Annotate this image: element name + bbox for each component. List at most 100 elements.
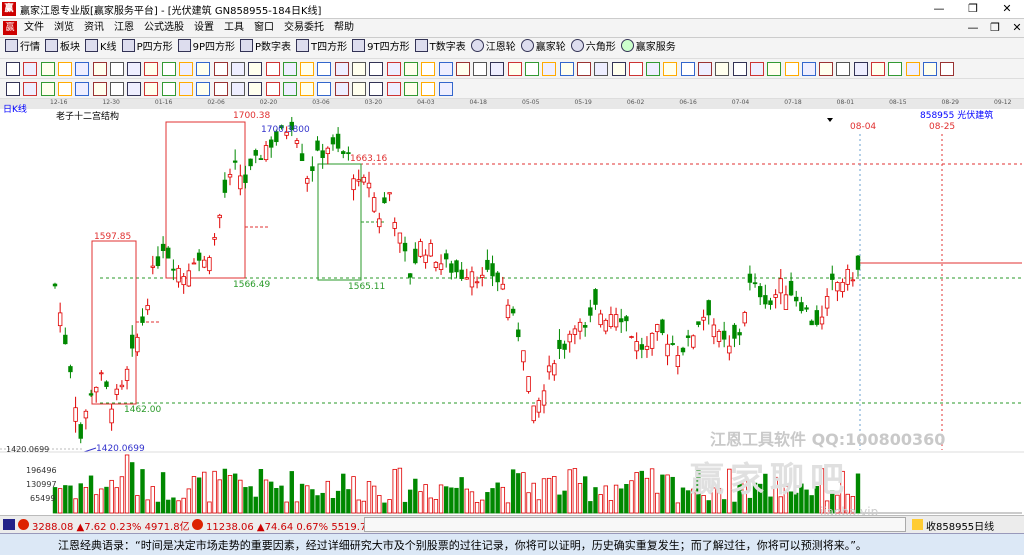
nav-quotes[interactable]: 行情 — [5, 38, 40, 58]
toolbar-tool-icon[interactable] — [421, 82, 436, 96]
toolbar-tool-icon[interactable] — [680, 62, 695, 76]
toolbar-tool-icon[interactable] — [144, 62, 159, 76]
toolbar-tool-icon[interactable] — [230, 82, 245, 96]
toolbar-tool-icon[interactable] — [248, 82, 263, 96]
menu-browse[interactable]: 浏览 — [49, 19, 79, 37]
kline-chart[interactable]: 1700.38 1700.3800 1663.16 1597.85 1566.4… — [0, 110, 1024, 515]
toolbar-tool-icon[interactable] — [23, 62, 38, 76]
toolbar-tool-icon[interactable] — [438, 62, 453, 76]
toolbar-tool-icon[interactable] — [767, 62, 782, 76]
toolbar-tool-icon[interactable] — [196, 82, 211, 96]
toolbar-tool-icon[interactable] — [92, 82, 107, 96]
toolbar-tool-icon[interactable] — [732, 62, 747, 76]
nav-p-square[interactable]: P四方形 — [121, 38, 173, 58]
toolbar-tool-icon[interactable] — [386, 62, 401, 76]
toolbar-tool-icon[interactable] — [473, 62, 488, 76]
toolbar-tool-icon[interactable] — [92, 62, 107, 76]
sh-index-text[interactable]: 3288.08 ▲7.62 0.23% 4971.8亿 — [32, 518, 190, 533]
toolbar-tool-icon[interactable] — [282, 62, 297, 76]
toolbar-tool-icon[interactable] — [819, 62, 834, 76]
toolbar-tool-icon[interactable] — [300, 62, 315, 76]
toolbar-tool-icon[interactable] — [940, 62, 955, 76]
toolbar-tool-icon[interactable] — [352, 82, 366, 96]
toolbar-tool-icon[interactable] — [507, 62, 522, 76]
toolbar-tool-icon[interactable] — [715, 62, 730, 76]
toolbar-tool-icon[interactable] — [611, 62, 626, 76]
toolbar-tool-icon[interactable] — [455, 62, 470, 76]
toolbar-tool-icon[interactable] — [144, 82, 159, 96]
minimize-button[interactable]: — — [922, 0, 956, 18]
nav-hexagon[interactable]: 六角形 — [570, 38, 616, 58]
toolbar-tool-icon[interactable] — [265, 82, 280, 96]
status-scrollbar[interactable] — [364, 517, 906, 532]
nav-t-square[interactable]: T四方形 — [296, 38, 347, 58]
toolbar-tool-icon[interactable] — [403, 62, 418, 76]
toolbar-tool-icon[interactable] — [317, 82, 332, 96]
toolbar-tool-icon[interactable] — [127, 62, 142, 76]
toolbar-tool-icon[interactable] — [40, 62, 55, 76]
toolbar-tool-icon[interactable] — [109, 82, 124, 96]
toolbar-tool-icon[interactable] — [559, 62, 574, 76]
toolbar-tool-icon[interactable] — [6, 62, 20, 76]
toolbar-tool-icon[interactable] — [75, 82, 90, 96]
toolbar-tool-icon[interactable] — [6, 82, 20, 96]
toolbar-tool-icon[interactable] — [421, 62, 436, 76]
toolbar-tool-icon[interactable] — [334, 62, 349, 76]
toolbar-tool-icon[interactable] — [369, 62, 384, 76]
toolbar-tool-icon[interactable] — [161, 62, 176, 76]
toolbar-tool-icon[interactable] — [542, 62, 557, 76]
sz-index-text[interactable]: 11238.06 ▲74.64 0.67% 5519.72亿 — [206, 518, 383, 533]
toolbar-tool-icon[interactable] — [196, 62, 211, 76]
toolbar-tool-icon[interactable] — [922, 62, 937, 76]
nav-sector[interactable]: 板块 — [45, 38, 80, 58]
toolbar-tool-icon[interactable] — [352, 62, 366, 76]
dropdown-arrow-icon[interactable] — [827, 118, 833, 122]
nav-9t-square[interactable]: 9T四方形 — [352, 38, 410, 58]
toolbar-tool-icon[interactable] — [23, 82, 38, 96]
toolbar-tool-icon[interactable] — [628, 62, 643, 76]
nav-t-table[interactable]: T数字表 — [414, 38, 466, 58]
toolbar-tool-icon[interactable] — [179, 62, 193, 76]
menu-news[interactable]: 资讯 — [79, 19, 109, 37]
menu-formula[interactable]: 公式选股 — [139, 19, 189, 37]
menu-window[interactable]: 窗口 — [249, 19, 279, 37]
toolbar-tool-icon[interactable] — [57, 82, 72, 96]
menu-settings[interactable]: 设置 — [189, 19, 219, 37]
toolbar-tool-icon[interactable] — [698, 62, 712, 76]
toolbar-tool-icon[interactable] — [369, 82, 384, 96]
restore-button[interactable]: ❐ — [956, 0, 990, 18]
toolbar-tool-icon[interactable] — [836, 62, 851, 76]
toolbar-tool-icon[interactable] — [179, 82, 193, 96]
toolbar-tool-icon[interactable] — [75, 62, 90, 76]
nav-9p-square[interactable]: 9P四方形 — [177, 38, 235, 58]
toolbar-tool-icon[interactable] — [888, 62, 903, 76]
toolbar-tool-icon[interactable] — [525, 62, 539, 76]
nav-kline[interactable]: K线 — [85, 38, 117, 58]
menu-help[interactable]: 帮助 — [329, 19, 359, 37]
toolbar-tool-icon[interactable] — [317, 62, 332, 76]
toolbar-tool-icon[interactable] — [213, 82, 228, 96]
nav-winner-wheel[interactable]: 赢家轮 — [520, 38, 566, 58]
toolbar-tool-icon[interactable] — [109, 62, 124, 76]
toolbar-tool-icon[interactable] — [300, 82, 315, 96]
grid-icon[interactable] — [3, 519, 15, 530]
toolbar-tool-icon[interactable] — [801, 62, 816, 76]
toolbar-tool-icon[interactable] — [576, 62, 591, 76]
toolbar-tool-icon[interactable] — [282, 82, 297, 96]
toolbar-tool-icon[interactable] — [853, 62, 868, 76]
toolbar-tool-icon[interactable] — [646, 62, 661, 76]
child-close-button[interactable]: ✕ — [1000, 19, 1024, 37]
toolbar-tool-icon[interactable] — [230, 62, 245, 76]
toolbar-tool-icon[interactable] — [438, 82, 453, 96]
toolbar-tool-icon[interactable] — [749, 62, 764, 76]
toolbar-tool-icon[interactable] — [871, 62, 885, 76]
menu-gann[interactable]: 江恩 — [109, 19, 139, 37]
nav-p-table[interactable]: P数字表 — [240, 38, 291, 58]
menu-trade[interactable]: 交易委托 — [279, 19, 329, 37]
toolbar-tool-icon[interactable] — [57, 62, 72, 76]
toolbar-tool-icon[interactable] — [403, 82, 418, 96]
toolbar-tool-icon[interactable] — [490, 62, 505, 76]
menu-file[interactable]: 文件 — [19, 19, 49, 37]
nav-service[interactable]: 赢家服务 — [620, 38, 676, 58]
menu-tools[interactable]: 工具 — [219, 19, 249, 37]
